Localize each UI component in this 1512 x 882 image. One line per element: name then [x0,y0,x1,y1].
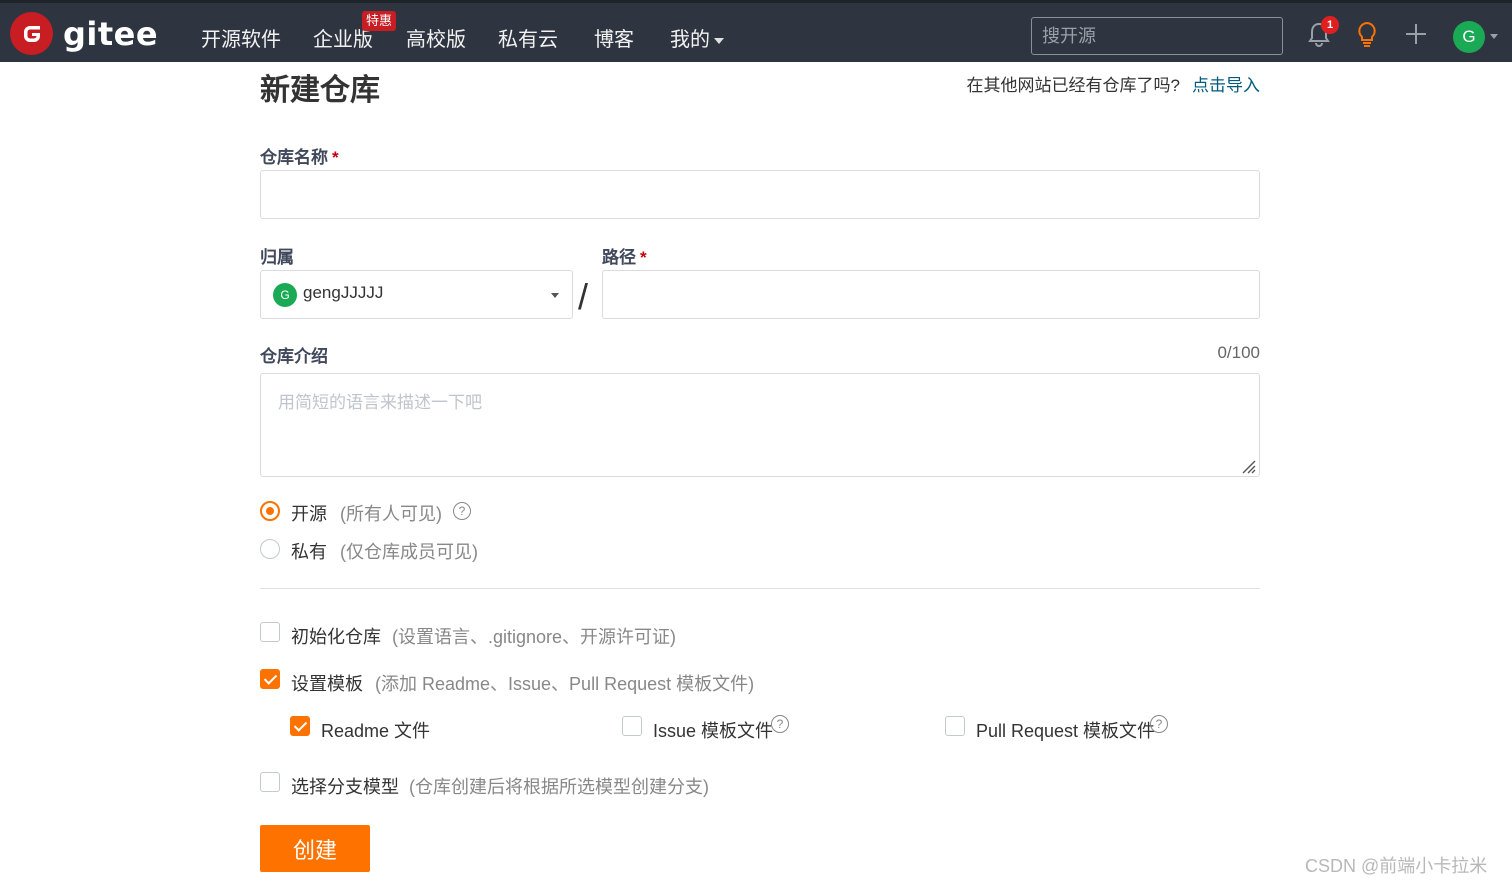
set-template-checkbox[interactable] [260,669,280,689]
chevron-down-icon [714,37,724,44]
path-input[interactable] [602,270,1260,319]
gitee-logo-icon [10,12,53,55]
lightbulb-icon[interactable] [1353,20,1381,48]
promo-badge: 特惠 [362,11,397,31]
visibility-private-hint: (仅仓库成员可见) [340,542,478,562]
owner-select[interactable]: G gengJJJJJ [260,270,573,319]
visibility-private-radio[interactable] [260,539,280,559]
issue-template-checkbox[interactable] [622,716,642,736]
search-input[interactable] [1031,17,1283,55]
visibility-private-label[interactable]: 私有 [291,538,327,564]
plus-icon[interactable] [1402,20,1430,48]
branch-model-hint: (仓库创建后将根据所选模型创建分支) [409,777,709,797]
owner-avatar: G [273,283,297,307]
repo-name-label-text: 仓库名称 [260,148,328,167]
visibility-public-radio[interactable] [260,501,280,521]
owner-name: gengJJJJJ [303,283,384,302]
required-mark: * [640,248,647,267]
resize-grip-icon[interactable] [1240,458,1256,474]
description-textarea[interactable] [260,373,1260,477]
visibility-public-hint: (所有人可见) [340,504,442,524]
path-label: 路径 * [602,243,647,268]
pull-request-template-checkbox[interactable] [945,716,965,736]
top-navbar: gitee 开源软件 企业版 特惠 高校版 私有云 博客 我的 1 G [0,0,1512,62]
path-label-text: 路径 [602,248,636,267]
init-repo-checkbox[interactable] [260,622,280,642]
readme-template-label[interactable]: Readme 文件 [321,717,430,743]
owner-label: 归属 [260,248,294,267]
repo-name-input[interactable] [260,170,1260,219]
repo-name-label: 仓库名称 * [260,143,339,168]
init-repo-label[interactable]: 初始化仓库 [291,623,381,649]
set-template-hint: (添加 Readme、Issue、Pull Request 模板文件) [375,674,755,694]
gitee-logo[interactable]: gitee [10,12,158,55]
nav-item-blog[interactable]: 博客 [594,23,634,52]
import-hint: 在其他网站已经有仓库了吗? 点击导入 [967,71,1260,96]
issue-template-label[interactable]: Issue 模板文件 [653,717,773,743]
avatar-chevron-down-icon[interactable] [1490,34,1498,39]
required-mark: * [332,148,339,167]
brand-name: gitee [63,14,159,53]
help-icon[interactable]: ? [1150,715,1168,733]
nav-item-university[interactable]: 高校版 [406,23,466,52]
set-template-label[interactable]: 设置模板 [291,670,363,696]
page-title: 新建仓库 [260,74,380,107]
pull-request-template-label[interactable]: Pull Request 模板文件 [976,717,1155,743]
description-label: 仓库介绍 [260,347,328,366]
path-separator: / [578,276,589,317]
help-icon[interactable]: ? [453,502,471,520]
branch-model-checkbox[interactable] [260,772,280,792]
nav-item-mine-label: 我的 [670,29,710,51]
init-repo-hint: (设置语言、.gitignore、开源许可证) [392,627,677,647]
watermark: CSDN @前端小卡拉米 [1305,856,1488,876]
section-divider [260,588,1260,589]
nav-item-open-source[interactable]: 开源软件 [201,23,281,52]
description-char-counter: 0/100 [1217,343,1260,362]
import-link[interactable]: 点击导入 [1192,76,1260,95]
visibility-public-label[interactable]: 开源 [291,500,327,526]
user-avatar[interactable]: G [1453,21,1485,53]
create-button[interactable]: 创建 [260,825,370,872]
branch-model-label[interactable]: 选择分支模型 [291,773,399,799]
notification-count-badge: 1 [1321,16,1339,34]
nav-item-private-cloud[interactable]: 私有云 [498,23,558,52]
chevron-down-icon [551,293,559,298]
readme-template-checkbox[interactable] [290,716,310,736]
import-prompt-text: 在其他网站已经有仓库了吗? [966,76,1180,95]
help-icon[interactable]: ? [771,715,789,733]
nav-item-mine[interactable]: 我的 [670,23,724,52]
